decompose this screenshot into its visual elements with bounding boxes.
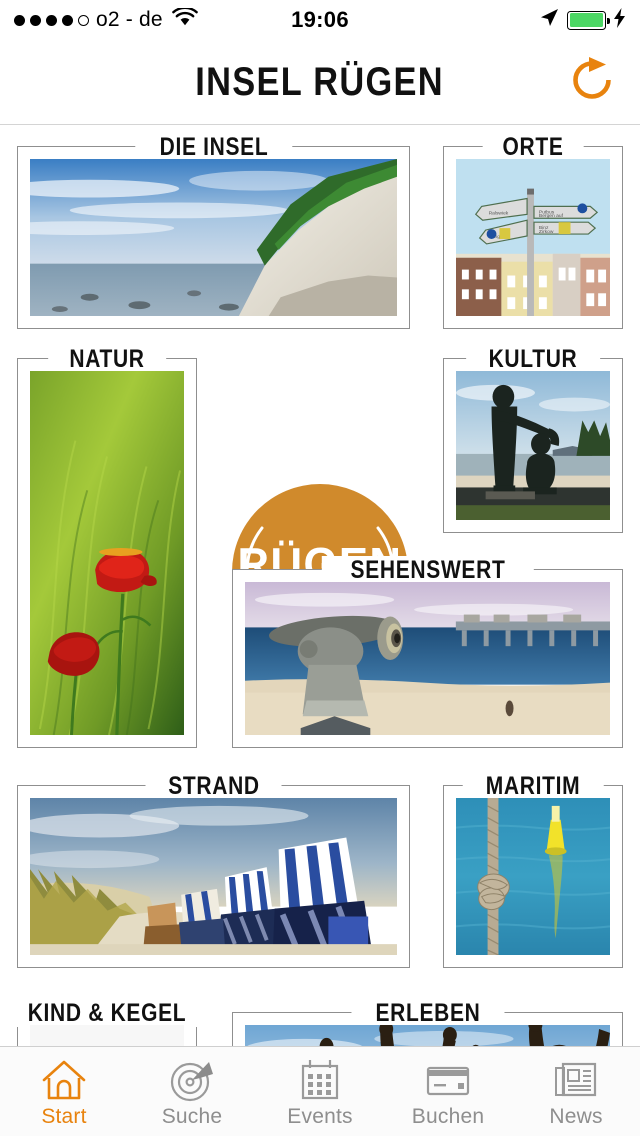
card-erleben[interactable]: ERLEBEN [232,999,623,1046]
wifi-icon [171,6,198,32]
app-header: INSEL RÜGEN [0,40,640,125]
card-label-strand: STRAND [145,772,282,800]
carrier-label: o2 - de [96,8,163,31]
bottom-tab-bar: Start Suche Events Buchen News [0,1046,640,1136]
card-image-kind-kegel [30,1025,184,1046]
card-image-strand [30,798,397,955]
signal-strength-dots [14,14,89,26]
tab-label-events: Events [287,1105,353,1128]
tab-events[interactable]: Events [256,1047,384,1136]
card-die-insel[interactable]: DIE INSEL [17,133,410,329]
card-image-erleben [245,1025,610,1046]
signal-dot-empty [78,14,89,26]
tab-label-news: News [549,1105,603,1128]
card-label-natur: NATUR [48,345,166,373]
radar-target-icon [168,1058,216,1102]
tab-buchen[interactable]: Buchen [384,1047,512,1136]
card-label-sehenswert: SEHENSWERT [321,556,534,584]
card-label-orte: ORTE [482,133,584,161]
tab-suche[interactable]: Suche [128,1047,256,1136]
status-bar-left: o2 - de [14,6,291,32]
svg-text:Zirkow: Zirkow [539,229,554,235]
credit-card-icon [424,1058,472,1102]
tab-label-start: Start [41,1105,87,1128]
card-label-erleben: ERLEBEN [350,999,505,1027]
tab-news[interactable]: News [512,1047,640,1136]
battery-fill [569,13,604,27]
app-root: o2 - de 19:06 INSEL RÜGEN DIE INSEL ORTE… [0,0,640,1136]
card-natur[interactable]: NATUR [17,345,197,748]
card-image-natur [30,371,184,735]
page-title: INSEL RÜGEN [195,59,445,104]
content-scroll-area[interactable]: DIE INSEL ORTE Putbus Bergen auf Binz Zi… [0,126,640,1046]
card-label-maritim: MARITIM [462,772,604,800]
signal-dot-filled [30,14,41,26]
location-arrow-icon [538,7,560,34]
card-image-kultur [456,371,610,520]
card-image-orte: Putbus Bergen auf Binz Zirkow Ralswiek Ging… [456,159,610,316]
tab-label-suche: Suche [161,1105,223,1128]
card-sehenswert[interactable]: SEHENSWERT [232,556,623,748]
signal-dot-filled [46,14,57,26]
status-bar-center: 19:06 [291,7,349,33]
signal-dot-filled [62,14,73,26]
card-kultur[interactable]: KULTUR [443,345,623,533]
card-image-maritim [456,798,610,955]
card-strand[interactable]: STRAND [17,772,410,968]
svg-text:Bergen auf: Bergen auf [539,213,564,219]
home-icon [40,1058,88,1102]
tab-label-buchen: Buchen [411,1105,485,1128]
calendar-icon [296,1058,344,1102]
newspaper-icon [552,1058,600,1102]
card-label-kultur: KULTUR [466,345,600,373]
card-label-die-insel: DIE INSEL [134,133,293,161]
signal-dot-filled [14,14,25,26]
lightning-bolt-icon [613,7,626,33]
battery-icon [567,10,610,30]
card-orte[interactable]: ORTE Putbus Bergen auf Binz Zirkow Ralsw… [443,133,623,329]
status-bar: o2 - de 19:06 [0,0,640,40]
card-image-die-insel [30,159,397,316]
status-bar-right [349,7,626,34]
refresh-button[interactable] [564,54,620,110]
card-kind-kegel[interactable]: KIND & KEGEL [0,999,216,1046]
tab-start[interactable]: Start [0,1047,128,1136]
refresh-icon [567,55,617,110]
svg-text:Ralswiek: Ralswiek [489,210,509,216]
card-maritim[interactable]: MARITIM [443,772,623,968]
card-label-kind-kegel: KIND & KEGEL [0,999,216,1027]
clock-label: 19:06 [291,7,349,32]
card-image-sehenswert [245,582,610,735]
